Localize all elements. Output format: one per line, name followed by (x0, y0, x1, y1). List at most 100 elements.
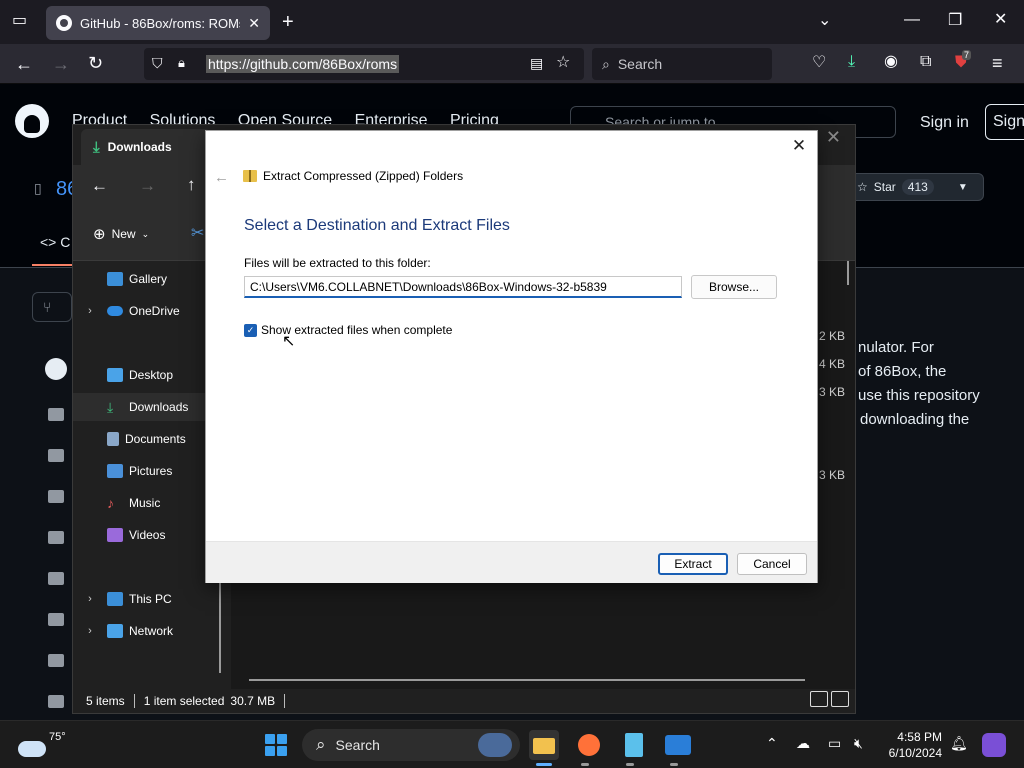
sidebar-item-downloads[interactable]: ⤓ Downloads 📌︎ (73, 393, 219, 421)
reload-icon[interactable]: ↻ (88, 54, 103, 72)
minimize-icon[interactable]: — (904, 12, 920, 28)
notification-bell-icon[interactable]: 🔔︎ (950, 735, 968, 752)
expand-chevron-icon[interactable]: › (73, 625, 107, 637)
downloads-icon: ⤓ (107, 399, 114, 415)
dialog-back-icon[interactable]: ← (214, 169, 229, 186)
explorer-tab-title: Downloads (107, 140, 172, 154)
folder-icon (48, 449, 64, 462)
extract-dialog: ✕ ← Extract Compressed (Zipped) Folders … (205, 130, 818, 583)
taskbar-search[interactable]: ⌕ Search (302, 729, 520, 761)
sidebar-item-documents[interactable]: Documents 📌︎ (73, 425, 219, 453)
status-selected: 1 item selected (143, 694, 225, 708)
computer-icon (107, 592, 123, 606)
sign-up-button[interactable]: Sign (985, 104, 1024, 140)
tab-list-chevron-icon[interactable]: ⌄ (818, 13, 831, 29)
extensions-icon[interactable]: ⧉ (920, 54, 931, 70)
explorer-close-icon[interactable]: ✕ (826, 127, 841, 148)
github-logo-icon[interactable] (15, 104, 49, 138)
repo-description-line-3: use this repository (858, 387, 980, 404)
gallery-icon (107, 272, 123, 286)
sidebar-item-pictures[interactable]: Pictures 📌︎ (73, 457, 219, 485)
close-tab-icon[interactable]: ✕ (248, 15, 260, 32)
show-extracted-files-checkbox[interactable]: ✓ (244, 323, 257, 337)
cut-icon[interactable]: ✂ (191, 226, 204, 242)
tracking-shield-icon[interactable]: ⛉ (152, 56, 163, 70)
display-icon[interactable]: ▭ (828, 735, 841, 752)
notepad-taskbar-icon[interactable] (619, 730, 649, 760)
start-button[interactable] (265, 734, 287, 756)
onedrive-tray-icon[interactable]: ☁ (796, 735, 810, 752)
search-icon: ⌕ (602, 55, 610, 72)
show-extracted-files-option[interactable]: ✓ Show extracted files when complete (244, 323, 452, 337)
avatar[interactable] (45, 358, 67, 380)
code-tab[interactable]: <> C (40, 234, 70, 250)
explorer-tab-downloads[interactable]: ⤓ Downloads (81, 129, 211, 165)
sidebar-item-onedrive[interactable]: › OneDrive (73, 297, 219, 325)
pocket-icon[interactable]: ♡ (812, 55, 826, 71)
sidebar-item-label: Desktop (129, 368, 174, 382)
forward-icon[interactable]: → (139, 177, 156, 194)
cloud-icon (18, 741, 46, 757)
network-icon (107, 624, 123, 638)
file-explorer-taskbar-icon[interactable] (529, 730, 559, 760)
tiles-view-icon[interactable] (831, 691, 849, 707)
vertical-scrollbar[interactable] (847, 261, 849, 285)
details-view-icon[interactable] (810, 691, 828, 707)
new-button[interactable]: ⊕ New ⌄ (93, 225, 149, 243)
url-bar[interactable]: ⛉ 🔒︎ https://github.com/86Box/roms ▤ ☆ (144, 48, 584, 80)
bookmark-star-icon[interactable]: ☆ (556, 55, 570, 71)
browse-button[interactable]: Browse... (691, 275, 777, 299)
sidebar-item-desktop[interactable]: Desktop 📌︎ (73, 361, 219, 389)
sidebar-item-gallery[interactable]: Gallery (73, 265, 219, 293)
photos-taskbar-icon[interactable] (663, 730, 693, 760)
destination-path-input[interactable] (244, 276, 682, 298)
horizontal-scrollbar[interactable] (249, 679, 805, 681)
branch-button[interactable]: ⑂ (32, 292, 72, 322)
cancel-button[interactable]: Cancel (737, 553, 807, 575)
sidebar-item-music[interactable]: ♪ Music 📌︎ (73, 489, 219, 517)
code-tab-label: C (60, 234, 71, 250)
browser-search-box[interactable]: ⌕ Search (592, 48, 772, 80)
up-icon[interactable]: ↑ (187, 176, 196, 193)
account-icon[interactable]: ◉ (884, 54, 898, 70)
lock-icon[interactable]: 🔒︎ (178, 56, 185, 69)
sidebar-item-videos[interactable]: Videos 📌︎ (73, 521, 219, 549)
copilot-icon[interactable] (982, 733, 1006, 757)
reader-view-icon[interactable]: ▤ (530, 56, 543, 70)
folder-icon (48, 654, 64, 667)
chevron-down-icon: ⌄ (141, 228, 150, 239)
star-dropdown-icon[interactable]: ▼ (958, 182, 968, 193)
expand-chevron-icon[interactable]: › (73, 593, 107, 605)
expand-chevron-icon[interactable]: › (73, 305, 107, 317)
downloads-icon[interactable]: ⤓ (848, 54, 855, 70)
back-icon[interactable]: ← (91, 177, 108, 194)
pictures-icon (107, 464, 123, 478)
menu-icon[interactable]: ≡ (992, 54, 1003, 72)
sidebar-item-network[interactable]: › Network (73, 617, 219, 645)
star-button[interactable]: ☆ Star 413 ▼ (848, 173, 984, 201)
browser-tab-github[interactable]: GitHub - 86Box/roms: ROMs fo ✕ (46, 6, 270, 40)
system-clock[interactable]: 4:58 PM 6/10/2024 (880, 729, 942, 761)
tab-overview-icon[interactable]: ▭ (12, 13, 27, 29)
sidebar-item-this-pc[interactable]: › This PC (73, 585, 219, 613)
firefox-taskbar-icon[interactable] (574, 730, 604, 760)
forward-icon[interactable]: → (52, 55, 70, 73)
repo-icon: ▯ (34, 180, 42, 196)
url-text[interactable]: https://github.com/86Box/roms (206, 55, 400, 73)
dialog-close-icon[interactable]: ✕ (789, 137, 809, 157)
sidebar-item-label: OneDrive (129, 304, 180, 318)
back-icon[interactable]: ← (15, 55, 33, 73)
weather-widget[interactable]: 75° (18, 729, 66, 761)
taskbar: 75° ⌕ Search ⌃ ☁ ▭ 🔇︎ 4:58 PM 6/10/2024 … (0, 720, 1024, 768)
restore-icon[interactable]: ❐ (948, 13, 962, 29)
file-size: 4 KB (819, 357, 846, 371)
new-tab-icon[interactable]: + (282, 12, 294, 32)
show-hidden-icons-chevron-icon[interactable]: ⌃ (766, 735, 778, 752)
tab-title: GitHub - 86Box/roms: ROMs fo (80, 15, 240, 31)
close-window-icon[interactable]: ✕ (994, 12, 1007, 28)
volume-muted-icon[interactable]: 🔇︎ (854, 735, 863, 752)
sign-in-link[interactable]: Sign in (920, 114, 969, 132)
folder-icon (48, 572, 64, 585)
extract-button[interactable]: Extract (658, 553, 728, 575)
mouse-cursor-icon: ↖ (282, 333, 296, 350)
